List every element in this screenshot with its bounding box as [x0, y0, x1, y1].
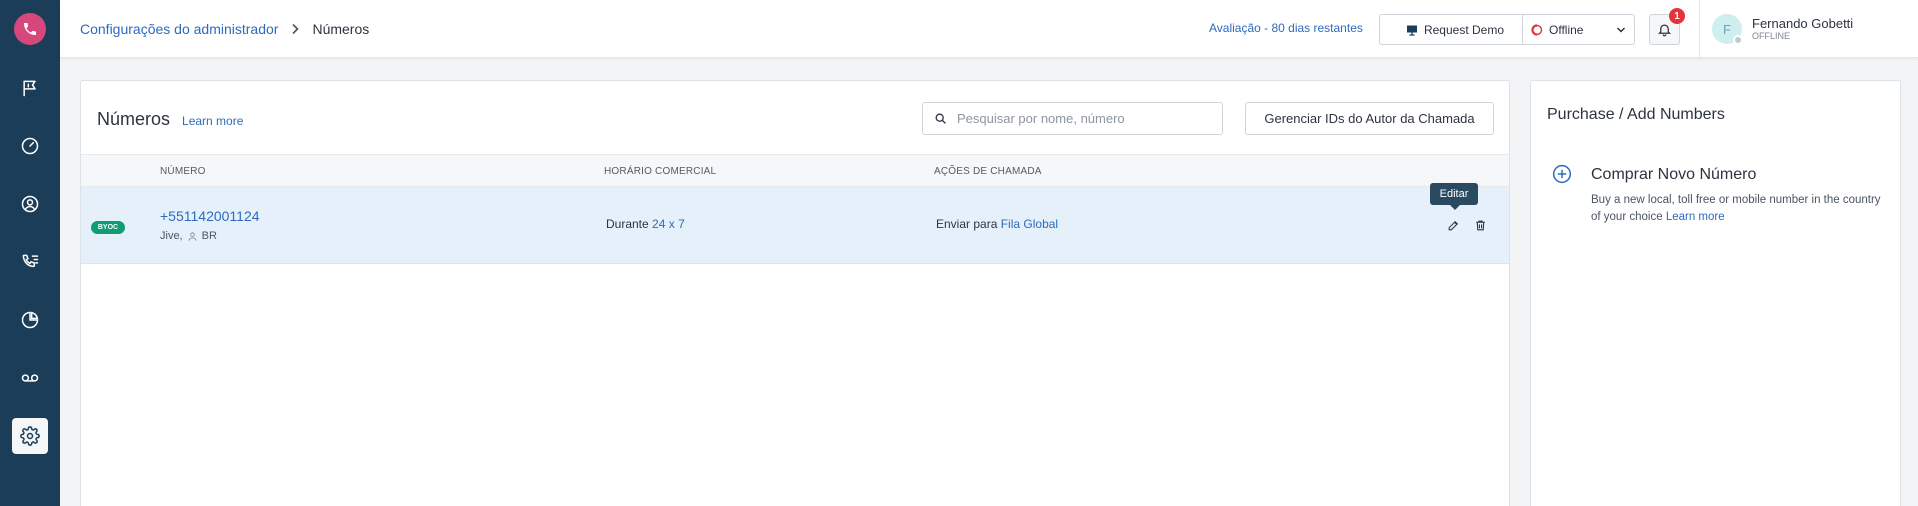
provider-name: Jive, [160, 230, 183, 242]
number-details: Jive, BR [160, 230, 217, 242]
chevron-down-icon [1616, 26, 1626, 33]
avatar-initial: F [1723, 21, 1731, 37]
header-divider [1699, 0, 1700, 58]
sidebar-item-settings[interactable] [12, 418, 48, 454]
chevron-right-icon [290, 23, 300, 35]
app-logo[interactable] [14, 13, 46, 45]
request-demo-label: Request Demo [1423, 22, 1505, 37]
notification-badge: 1 [1669, 8, 1685, 24]
notifications-button[interactable]: 1 [1649, 8, 1685, 45]
column-header-business-hours[interactable]: HORÁRIO COMERCIAL [604, 166, 716, 177]
sidebar-item-call-log[interactable] [12, 244, 48, 280]
voicemail-icon [21, 374, 39, 382]
sidebar-item-voicemail[interactable] [12, 360, 48, 396]
user-presence: OFFLINE [1752, 31, 1791, 42]
flag-icon [23, 80, 36, 97]
sidebar [0, 0, 60, 506]
pencil-icon [1448, 220, 1458, 230]
analytics-icon [21, 311, 39, 329]
search-icon [935, 113, 946, 124]
hours-link[interactable]: 24 x 7 [652, 217, 685, 231]
search-box[interactable] [922, 102, 1223, 135]
status-dropdown[interactable]: Offline [1522, 14, 1635, 45]
queue-link[interactable]: Fila Global [1001, 217, 1058, 231]
hours-prefix: Durante [606, 217, 649, 231]
offline-status-icon [1531, 23, 1543, 36]
phone-number-link[interactable]: +551142001124 [160, 208, 260, 224]
settings-gear-icon [20, 426, 40, 446]
business-hours-cell: Durante 24 x 7 [606, 217, 685, 231]
bell-icon [1657, 24, 1672, 37]
byoc-badge: BYOC [91, 221, 125, 234]
purchase-title: Purchase / Add Numbers [1547, 106, 1725, 123]
numbers-panel: Números Learn more Gerenciar IDs do Auto… [80, 80, 1510, 506]
status-label: Offline [1549, 22, 1584, 37]
search-input[interactable] [957, 111, 1207, 126]
breadcrumb-current: Números [312, 21, 370, 37]
avatar: F [1712, 14, 1743, 45]
table-header: NÚMERO HORÁRIO COMERCIAL AÇÕES DE CHAMAD… [81, 154, 1509, 187]
sidebar-item-dashboard[interactable] [12, 128, 48, 164]
breadcrumb-admin-settings[interactable]: Configurações do administrador [80, 21, 278, 37]
call-log-icon [22, 254, 39, 268]
contacts-icon [21, 195, 39, 213]
table-row[interactable]: BYOC +551142001124 Jive, BR Durante 24 x… [81, 187, 1509, 264]
user-name: Fernando Gobetti [1752, 15, 1854, 31]
sidebar-item-flag[interactable] [12, 70, 48, 106]
purchase-panel: Purchase / Add Numbers Comprar Novo Núme… [1530, 80, 1901, 506]
user-menu[interactable]: F Fernando Gobetti OFFLINE [1712, 12, 1853, 46]
edit-tooltip: Editar [1430, 183, 1478, 210]
buy-description-text: Buy a new local, toll free or mobile num… [1591, 194, 1881, 223]
edit-button[interactable] [1444, 216, 1462, 234]
plus-circle-icon[interactable] [1552, 164, 1572, 184]
page-title: Números [97, 109, 171, 129]
learn-more-link[interactable]: Learn more [182, 114, 243, 128]
delete-button[interactable] [1471, 216, 1489, 234]
phone-icon [24, 23, 36, 35]
country-code: BR [201, 230, 217, 242]
sidebar-item-contacts[interactable] [12, 186, 48, 222]
buy-new-number-link[interactable]: Comprar Novo Número [1591, 166, 1756, 184]
trash-icon [1475, 220, 1485, 230]
breadcrumb: Configurações do administrador Números [80, 0, 369, 58]
buy-description: Buy a new local, toll free or mobile num… [1591, 192, 1881, 226]
request-demo-button[interactable]: Request Demo [1379, 14, 1531, 45]
column-header-number[interactable]: NÚMERO [160, 166, 206, 177]
shared-user-icon [188, 231, 197, 241]
dashboard-gauge-icon [21, 137, 39, 155]
presentation-icon [1406, 25, 1417, 36]
sidebar-item-analytics[interactable] [12, 302, 48, 338]
column-header-call-actions[interactable]: AÇÕES DE CHAMADA [934, 166, 1042, 177]
manage-caller-ids-button[interactable]: Gerenciar IDs do Autor da Chamada [1245, 102, 1494, 135]
purchase-learn-more-link[interactable]: Learn more [1666, 211, 1725, 223]
action-prefix: Enviar para [936, 217, 998, 231]
top-header: Configurações do administrador Números A… [60, 0, 1918, 58]
trial-link[interactable]: Avaliação - 80 dias restantes [1209, 21, 1363, 35]
presence-dot [1733, 35, 1743, 45]
call-actions-cell: Enviar para Fila Global [936, 217, 1058, 231]
